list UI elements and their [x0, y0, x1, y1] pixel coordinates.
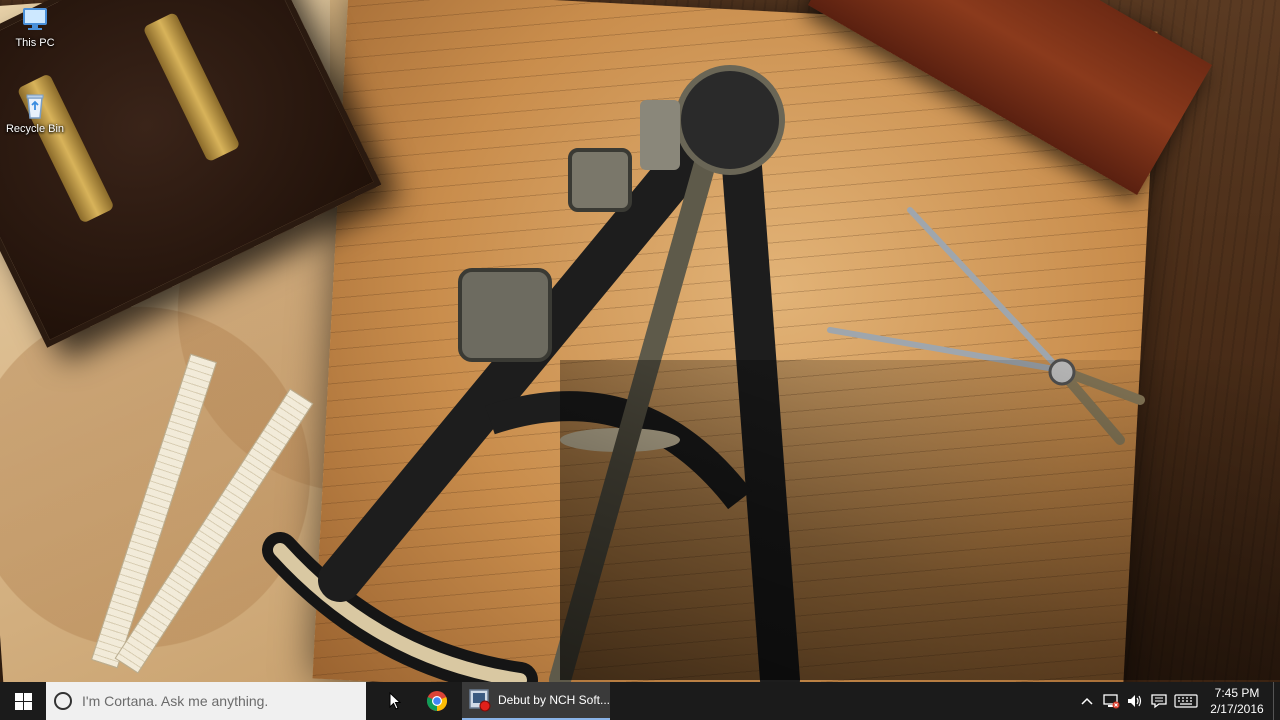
keyboard-icon: [1174, 694, 1198, 708]
chevron-up-icon: [1081, 697, 1093, 705]
clock-time: 7:45 PM: [1214, 686, 1260, 700]
taskbar-mouse-pointer: [376, 682, 414, 720]
recycle-bin-icon: [26, 94, 44, 119]
desktop-icon-this-pc[interactable]: This PC: [0, 6, 72, 49]
computer-icon: [23, 8, 47, 30]
book-brass-clasp: [142, 11, 241, 163]
cortana-search-box[interactable]: I'm Cortana. Ask me anything.: [46, 682, 366, 720]
action-center-button[interactable]: [1148, 682, 1170, 720]
taskbar: I'm Cortana. Ask me anything. Debut by N…: [0, 682, 1280, 720]
mouse-pointer-icon: [389, 692, 401, 710]
desktop-icon-recycle-bin[interactable]: Recycle Bin: [0, 92, 72, 135]
start-button[interactable]: [0, 682, 46, 720]
volume-icon: [1128, 695, 1142, 707]
cortana-icon: [54, 692, 72, 710]
wallpaper-dividers: [827, 207, 1145, 445]
taskbar-app-debut[interactable]: Debut by NCH Soft...: [462, 682, 610, 720]
network-icon: [1103, 694, 1120, 709]
wallpaper-sextant: [262, 65, 800, 690]
chrome-icon: [426, 691, 448, 712]
search-placeholder: I'm Cortana. Ask me anything.: [82, 693, 269, 709]
debut-recorder-icon: [469, 689, 491, 712]
network-button[interactable]: [1100, 682, 1122, 720]
taskbar-app-chrome[interactable]: [418, 682, 456, 720]
show-hidden-icons-button[interactable]: [1076, 682, 1098, 720]
clock-date: 2/17/2016: [1210, 702, 1264, 716]
desktop-icon-label: This PC: [15, 37, 55, 49]
windows-logo-icon: [14, 692, 32, 710]
touch-keyboard-button[interactable]: [1172, 682, 1200, 720]
show-desktop-button[interactable]: [1273, 682, 1280, 720]
action-center-icon: [1151, 694, 1167, 709]
taskbar-app-label: Debut by NCH Soft...: [497, 693, 610, 707]
volume-button[interactable]: [1124, 682, 1146, 720]
desktop-icon-label: Recycle Bin: [5, 123, 65, 135]
taskbar-clock[interactable]: 7:45 PM 2/17/2016: [1205, 685, 1269, 717]
system-tray: 7:45 PM 2/17/2016: [1075, 682, 1280, 720]
desktop: This PC Recycle Bin I'm Cortana. Ask me …: [0, 0, 1280, 720]
